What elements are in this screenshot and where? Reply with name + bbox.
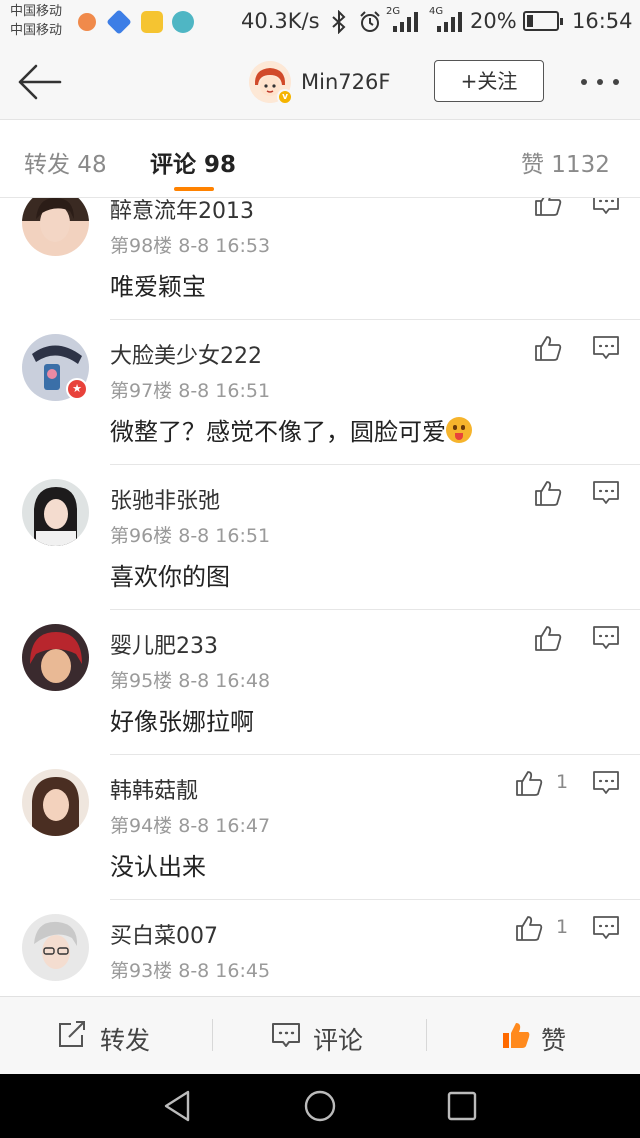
detail-tabs: 转发 48 评论 98 赞 1132 (0, 121, 640, 198)
clock: 16:54 (572, 9, 633, 33)
commenter-name[interactable]: 大脸美少女222 (110, 338, 262, 370)
comment-text: 唯爱颖宝 (110, 273, 206, 301)
like-count: 1 (556, 916, 569, 938)
comment-floor: 第96楼 (110, 525, 173, 547)
home-circle-icon[interactable] (302, 1088, 338, 1124)
like-button[interactable]: 赞 (427, 997, 640, 1075)
status-bar: 中国移动 中国移动 40.3K/s 2G 4G 20% 16:54 (0, 0, 640, 44)
comment-meta: 第96楼 8-8 16:51 (110, 521, 270, 548)
comment-text: 没认出来 (110, 853, 206, 881)
like-icon[interactable] (533, 198, 563, 217)
comment-floor: 第98楼 (110, 235, 173, 257)
comment-floor: 第95楼 (110, 670, 173, 692)
comment-icon (272, 1023, 300, 1047)
comment-item: 醉意流年2013 第98楼 8-8 16:53 唯爱颖宝 (0, 198, 640, 320)
repost-icon (59, 1021, 85, 1047)
commenter-name[interactable]: 婴儿肥233 (110, 628, 218, 660)
reply-icon[interactable] (592, 769, 620, 797)
bluetooth-icon (332, 10, 346, 34)
carrier-2: 中国移动 (10, 23, 63, 38)
comment-time: 8-8 16:45 (178, 960, 271, 982)
network-speed: 40.3K/s (241, 9, 320, 33)
tab-reposts[interactable]: 转发 48 (24, 145, 107, 179)
tab-comments[interactable]: 评论 98 (150, 145, 236, 179)
comment-list[interactable]: 醉意流年2013 第98楼 8-8 16:53 唯爱颖宝 ★ 大脸美少女222 … (0, 198, 640, 995)
commenter-name[interactable]: 买白菜007 (110, 918, 218, 950)
comment-meta: 第95楼 8-8 16:48 (110, 666, 270, 693)
carrier-1: 中国移动 (10, 4, 63, 19)
weibo-notification-icon (78, 13, 96, 31)
verified-badge-icon: v (277, 89, 293, 105)
like-filled-icon (503, 1023, 530, 1048)
comment-floor: 第94楼 (110, 815, 173, 837)
repost-button[interactable]: 转发 (0, 997, 213, 1075)
comment-item: 买白菜007 1 第93楼 8-8 16:45 (0, 900, 640, 995)
battery-icon (523, 11, 563, 31)
battery-percent: 20% (470, 9, 517, 33)
comment-item: ★ 大脸美少女222 第97楼 8-8 16:51 微整了？感觉不像了，圆脸可爱 (0, 320, 640, 465)
comment-time: 8-8 16:48 (178, 670, 271, 692)
comment-text: 喜欢你的图 (110, 563, 230, 591)
comment-item: 婴儿肥233 第95楼 8-8 16:48 好像张娜拉啊 (0, 610, 640, 755)
header: v Min726F +关注 (0, 44, 640, 120)
comment-time: 8-8 16:47 (178, 815, 271, 837)
tongue-emoji-icon (446, 417, 472, 443)
like-icon[interactable] (533, 624, 563, 652)
like-icon[interactable] (533, 479, 563, 507)
comment-meta: 第98楼 8-8 16:53 (110, 231, 270, 258)
tab-likes[interactable]: 赞 1132 (521, 145, 610, 179)
like-icon[interactable] (514, 769, 544, 797)
vip-star-badge-icon: ★ (66, 378, 88, 400)
commenter-avatar[interactable] (22, 914, 89, 981)
more-options-icon[interactable] (576, 72, 626, 92)
commenter-avatar[interactable] (22, 479, 89, 546)
comment-text-content: 微整了？感觉不像了，圆脸可爱 (110, 418, 446, 446)
comment-button[interactable]: 评论 (213, 997, 426, 1075)
comment-text: 好像张娜拉啊 (110, 708, 254, 736)
comment-time: 8-8 16:51 (178, 380, 271, 402)
signal-icon-2 (437, 12, 462, 32)
commenter-name[interactable]: 韩韩菇靓 (110, 773, 198, 805)
app-notification-icon (106, 9, 132, 35)
reply-icon[interactable] (592, 334, 620, 362)
like-icon[interactable] (514, 914, 544, 942)
comment-time: 8-8 16:51 (178, 525, 271, 547)
repost-label: 转发 (100, 1026, 151, 1055)
comment-meta: 第97楼 8-8 16:51 (110, 376, 270, 403)
reply-icon[interactable] (592, 479, 620, 507)
alarm-icon (360, 11, 380, 32)
follow-button[interactable]: +关注 (434, 60, 544, 102)
recents-square-icon[interactable] (444, 1088, 480, 1124)
comment-meta: 第94楼 8-8 16:47 (110, 811, 270, 838)
commenter-avatar[interactable] (22, 769, 89, 836)
comment-floor: 第97楼 (110, 380, 173, 402)
like-count: 1 (556, 771, 569, 793)
comment-text: 微整了？感觉不像了，圆脸可爱 (110, 412, 472, 447)
active-tab-indicator (174, 187, 214, 191)
wallet-icon (141, 11, 163, 33)
comment-item: 韩韩菇靓 1 第94楼 8-8 16:47 没认出来 (0, 755, 640, 900)
comment-item: 张驰非张弛 第96楼 8-8 16:51 喜欢你的图 (0, 465, 640, 610)
education-app-icon (172, 11, 194, 33)
like-icon[interactable] (533, 334, 563, 362)
post-action-bar: 转发 评论 赞 (0, 996, 640, 1074)
comment-meta: 第93楼 8-8 16:45 (110, 956, 270, 983)
commenter-name[interactable]: 醉意流年2013 (110, 198, 254, 225)
commenter-avatar[interactable] (22, 198, 89, 256)
system-navigation-bar (0, 1074, 640, 1138)
reply-icon[interactable] (592, 914, 620, 942)
comment-floor: 第93楼 (110, 960, 173, 982)
signal-icon-1 (393, 12, 418, 32)
reply-icon[interactable] (592, 624, 620, 652)
like-label: 赞 (541, 1026, 567, 1055)
back-triangle-icon[interactable] (160, 1088, 196, 1124)
author-name[interactable]: Min726F (301, 70, 390, 94)
back-arrow-icon[interactable] (14, 62, 64, 102)
comment-time: 8-8 16:53 (178, 235, 271, 257)
comment-label: 评论 (313, 1026, 364, 1055)
reply-icon[interactable] (592, 198, 620, 217)
commenter-name[interactable]: 张驰非张弛 (110, 483, 220, 515)
commenter-avatar[interactable] (22, 624, 89, 691)
